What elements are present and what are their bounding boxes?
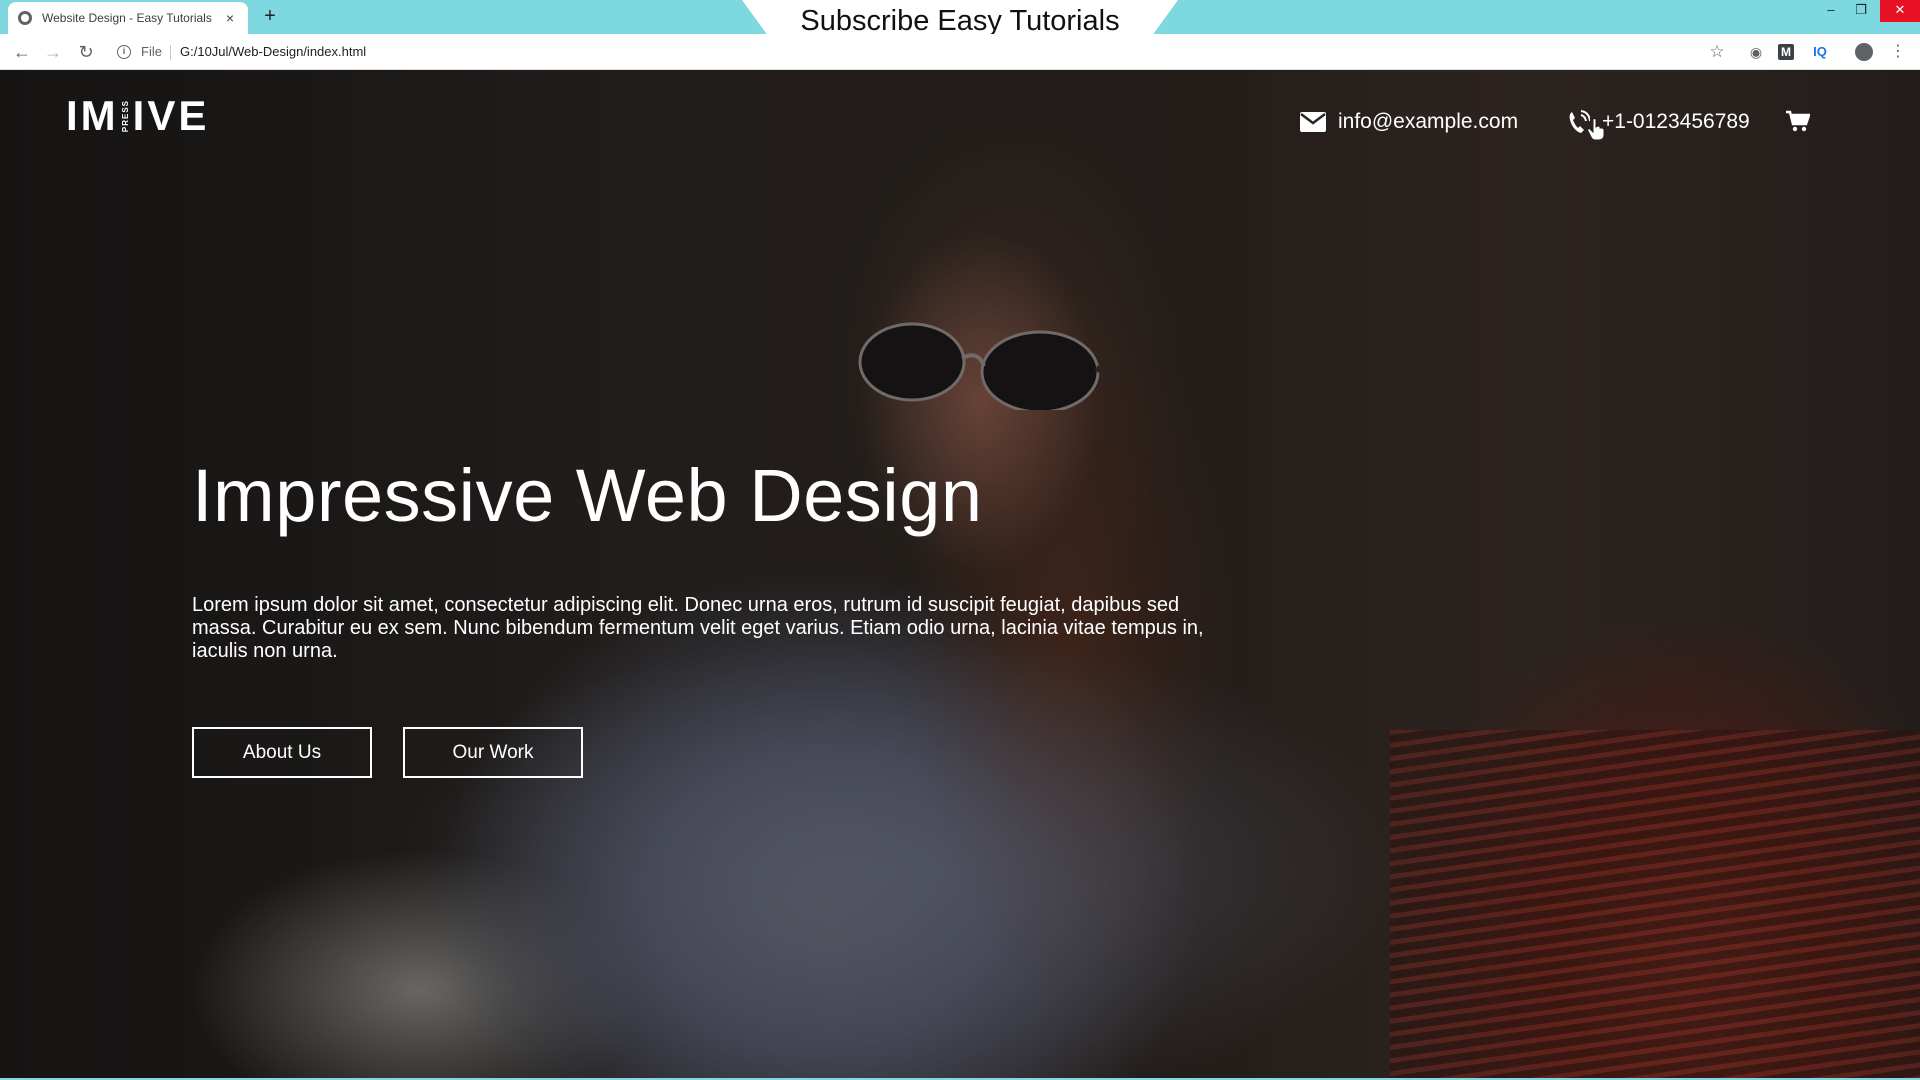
page-viewport: IM PRESS IVE info@example.com +1-0123456…	[0, 70, 1920, 1078]
hero-description: Lorem ipsum dolor sit amet, consectetur …	[192, 594, 1204, 662]
bookmark-star-icon[interactable]: ☆	[1707, 42, 1727, 62]
window-close-button[interactable]: ✕	[1880, 0, 1920, 22]
browser-menu-icon[interactable]: ⋮	[1888, 42, 1908, 62]
globe-icon	[18, 11, 32, 25]
site-info-icon[interactable]: i	[117, 45, 131, 59]
logo-text-right: IVE	[132, 92, 210, 139]
back-arrow-icon[interactable]: ←	[10, 40, 34, 64]
address-separator	[170, 45, 171, 60]
envelope-icon	[1300, 112, 1326, 132]
window-minimize-button[interactable]: –	[1816, 0, 1846, 22]
camera-extension-icon[interactable]: ◉	[1746, 42, 1766, 62]
hero-dark-overlay	[0, 70, 1920, 1078]
m-extension-icon[interactable]: M	[1778, 44, 1794, 60]
address-bar-url[interactable]: G:/10Jul/Web-Design/index.html	[180, 44, 366, 59]
tab-close-icon[interactable]: ×	[222, 10, 238, 26]
forward-arrow-icon[interactable]: →	[41, 40, 65, 64]
site-logo[interactable]: IM PRESS IVE	[66, 92, 210, 139]
tab-title: Website Design - Easy Tutorials	[42, 11, 212, 25]
about-us-button[interactable]: About Us	[192, 727, 372, 778]
cart-icon[interactable]	[1786, 110, 1811, 137]
reload-icon[interactable]: ↻	[74, 40, 98, 64]
profile-avatar-icon[interactable]	[1855, 43, 1873, 61]
our-work-button[interactable]: Our Work	[403, 727, 583, 778]
email-text: info@example.com	[1338, 110, 1519, 133]
contact-email[interactable]: info@example.com	[1300, 110, 1518, 134]
logo-text-vertical: PRESS	[120, 99, 130, 133]
window-restore-button[interactable]: ❐	[1846, 0, 1876, 22]
iq-extension-icon[interactable]: IQ	[1810, 42, 1830, 62]
mouse-cursor-icon	[1587, 118, 1605, 145]
phone-text: +1-0123456789	[1602, 110, 1750, 133]
address-scheme-label: File	[141, 44, 162, 59]
new-tab-button[interactable]: +	[258, 4, 282, 28]
browser-tab-active[interactable]: Website Design - Easy Tutorials ×	[8, 2, 248, 34]
logo-text-left: IM	[66, 92, 119, 139]
browser-toolbar: ← → ↻ i File G:/10Jul/Web-Design/index.h…	[0, 34, 1920, 70]
hero-title: Impressive Web Design	[192, 454, 983, 537]
